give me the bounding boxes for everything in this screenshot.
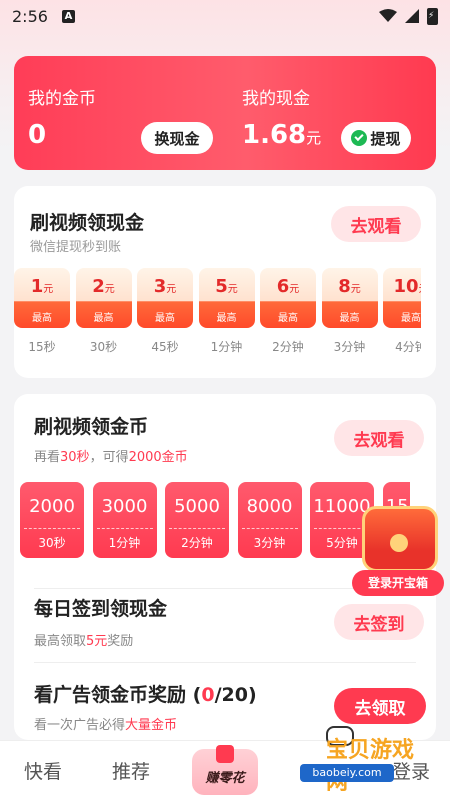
coin-reward-item: 8000 3分钟 [237,482,302,558]
tab-watch[interactable]: 快看 [24,757,62,784]
watch-cash-subtitle: 微信提现秒到账 [30,240,122,255]
cash-reward-amount: 10元 [393,276,421,297]
signal-icon [405,9,419,23]
cash-reward-box: 6元最高 [260,268,316,328]
cash-label: 我的现金 [242,89,310,109]
checkin-button[interactable]: 去签到 [334,604,424,640]
cash-reward-max: 最高 [32,313,52,324]
cash-reward-box: 1元最高 [14,268,70,328]
cash-reward-max: 最高 [216,313,237,324]
coin-reward-item: 2000 30秒 [20,482,84,558]
checkin-subtitle: 最高领取5元奖励 [34,634,134,649]
cash-reward-box: 2元最高 [75,268,132,328]
cash-reward-max: 最高 [339,313,360,324]
cash-reward-amount: 2元 [92,276,115,297]
cash-reward-item: 2元最高 30秒 [75,268,132,355]
cash-value: 1.68元 [242,120,322,150]
coin-reward-separator [96,528,153,529]
coin-reward-separator [24,528,80,529]
wifi-icon [379,9,397,22]
cash-reward-duration: 1分钟 [210,340,243,354]
ads-title: 看广告领金币奖励 (0/20) [34,684,257,706]
cash-reward-amount: 1元 [30,276,54,297]
cash-reward-duration: 45秒 [151,340,179,354]
cash-reward-amount: 6元 [276,276,300,297]
withdraw-label: 提现 [370,129,401,148]
tab-earn-label: 赚零花 [205,771,245,786]
tab-recommend[interactable]: 推荐 [112,757,150,784]
cash-reward-amount: 8元 [338,276,361,297]
cash-reward-duration: 4分钟 [395,340,421,354]
coin-reward-duration: 1分钟 [108,536,141,550]
coin-reward-separator [169,528,225,529]
coin-reward-separator [241,528,298,529]
status-bar: 2:56 A [0,0,450,32]
exchange-cash-button[interactable]: 换现金 [141,122,213,154]
watermark-url: baobeiy.com [300,764,394,782]
coin-reward-amount: 5000 [174,496,220,517]
notification-icon: A [61,9,75,23]
watch-cash-title: 刷视频领现金 [30,212,145,234]
cash-reward-item: 8元最高 3分钟 [321,268,378,355]
cash-reward-row: 1元 最高 15秒 2元 最高 30秒 3元 最高 45秒 5元 最高 1分钟 6元 最高 2分钟 8元 最高 3… [14,268,421,358]
watch-coins-subtitle: 再看30秒，可得2000金币 [34,450,188,465]
wechat-icon [351,130,368,146]
battery-icon [427,7,438,25]
cash-reward-item: 6元最高 2分钟 [260,268,316,355]
cash-reward-duration: 15秒 [28,340,56,354]
watermark: 宝贝游戏网 baobeiy.com [296,726,416,795]
divider [34,662,416,663]
cash-reward-box: 5元最高 [198,268,255,328]
cash-reward-box: 8元最高 [321,268,378,328]
watch-cash-button[interactable]: 去观看 [331,206,421,242]
cash-reward-max: 最高 [155,313,175,324]
cash-reward-item: 1元最高 15秒 [14,268,70,355]
pouch-icon [216,745,234,763]
coins-label: 我的金币 [28,89,96,109]
checkin-title: 每日签到领现金 [34,598,168,620]
coin-reward-duration: 3分钟 [253,536,286,550]
treasure-chest[interactable]: 登录开宝箱 [352,500,444,600]
lock-icon [390,534,408,552]
cash-reward-max: 最高 [278,313,298,324]
watch-coins-title: 刷视频领金币 [34,416,149,438]
coin-reward-item: 5000 2分钟 [165,482,229,558]
withdraw-button[interactable]: 提现 [341,122,411,154]
wallet-card: 我的金币 0 换现金 我的现金 1.68元 提现 [14,56,436,170]
cash-reward-item: 5元最高 1分钟 [198,268,255,355]
cash-reward-max: 最高 [401,313,421,324]
cash-reward-duration: 30秒 [89,340,118,354]
cash-reward-box: 10元最高 [383,268,421,328]
tab-earn[interactable]: 赚零花 [192,745,258,795]
coin-reward-amount: 8000 [246,496,293,517]
cash-reward-amount: 5元 [215,276,238,297]
coin-reward-amount: 3000 [101,496,148,517]
coins-value: 0 [28,120,47,150]
ads-subtitle: 看一次广告必得大量金币 [34,718,178,733]
ads-claim-button[interactable]: 去领取 [334,688,426,724]
coin-reward-item: 3000 1分钟 [92,482,157,558]
cash-reward-max: 最高 [93,313,114,324]
cash-reward-box: 3元最高 [137,268,193,328]
coin-reward-amount: 2000 [29,496,75,517]
coin-reward-duration: 30秒 [38,536,66,550]
cash-reward-duration: 2分钟 [272,340,304,354]
watch-coins-button[interactable]: 去观看 [334,420,424,456]
cash-reward-amount: 3元 [153,276,177,297]
status-time: 2:56 [12,6,48,26]
cash-reward-duration: 3分钟 [333,340,366,354]
coin-reward-duration: 2分钟 [181,536,213,550]
cash-reward-item: 3元最高 45秒 [137,268,193,355]
treasure-label: 登录开宝箱 [352,570,444,596]
cash-reward-item: 10元最高 4分钟 [383,268,421,355]
